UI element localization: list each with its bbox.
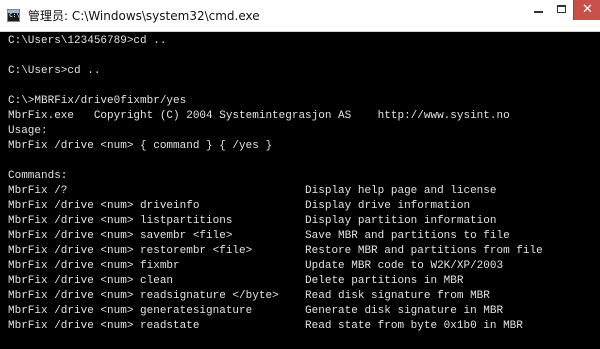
terminal-line: MbrFix /drive <num> readstate Read state…: [8, 320, 523, 332]
maximize-button[interactable]: [550, 0, 573, 20]
terminal-line: Usage:: [8, 125, 48, 137]
terminal-line: MbrFix /drive <num> readsignature </byte…: [8, 290, 490, 302]
cmd-icon[interactable]: C:\: [7, 9, 20, 22]
cmd-icon-glyph: C:\: [9, 12, 20, 19]
terminal-lines: C:\Users\123456789>cd .. C:\Users>cd .. …: [8, 34, 543, 334]
terminal-output[interactable]: C:\Users\123456789>cd .. C:\Users>cd .. …: [0, 32, 600, 349]
minimize-icon: [534, 11, 543, 13]
terminal-line: MbrFix /drive <num> driveinfo Display dr…: [8, 200, 471, 212]
terminal-line: C:\Users>cd ..: [8, 65, 101, 77]
terminal-line: MbrFix /drive <num> generatesignature Ge…: [8, 305, 504, 317]
minimize-button[interactable]: [526, 0, 550, 20]
terminal-line: MbrFix /drive <num> restorembr <file> Re…: [8, 245, 543, 257]
terminal-line: C:\Users\123456789>cd ..: [8, 35, 167, 47]
terminal-line: MbrFix /? Display help page and license: [8, 185, 497, 197]
close-icon: ✕: [582, 2, 593, 17]
terminal-line: Commands:: [8, 170, 68, 182]
terminal-line: C:\>MBRFix/drive0fixmbr/yes: [8, 95, 187, 107]
title-bar[interactable]: C:\ 管理员: C:\Windows\system32\cmd.exe ✕: [0, 0, 600, 32]
terminal-line: MbrFix /drive <num> clean Delete partiti…: [8, 275, 464, 287]
window-title: 管理员: C:\Windows\system32\cmd.exe: [28, 9, 260, 23]
terminal-line: MbrFix /drive <num> { command } { /yes }: [8, 140, 273, 152]
terminal-line: MbrFix /drive <num> fixmbr Update MBR co…: [8, 260, 504, 272]
terminal-line: MbrFix /drive <num> savembr <file> Save …: [8, 230, 510, 242]
terminal-line: MbrFix.exe Copyright (C) 2004 Systeminte…: [8, 110, 510, 122]
close-button[interactable]: ✕: [573, 0, 600, 20]
terminal-line: MbrFix /drive <num> listpartitions Displ…: [8, 215, 497, 227]
maximize-icon: [557, 5, 566, 13]
